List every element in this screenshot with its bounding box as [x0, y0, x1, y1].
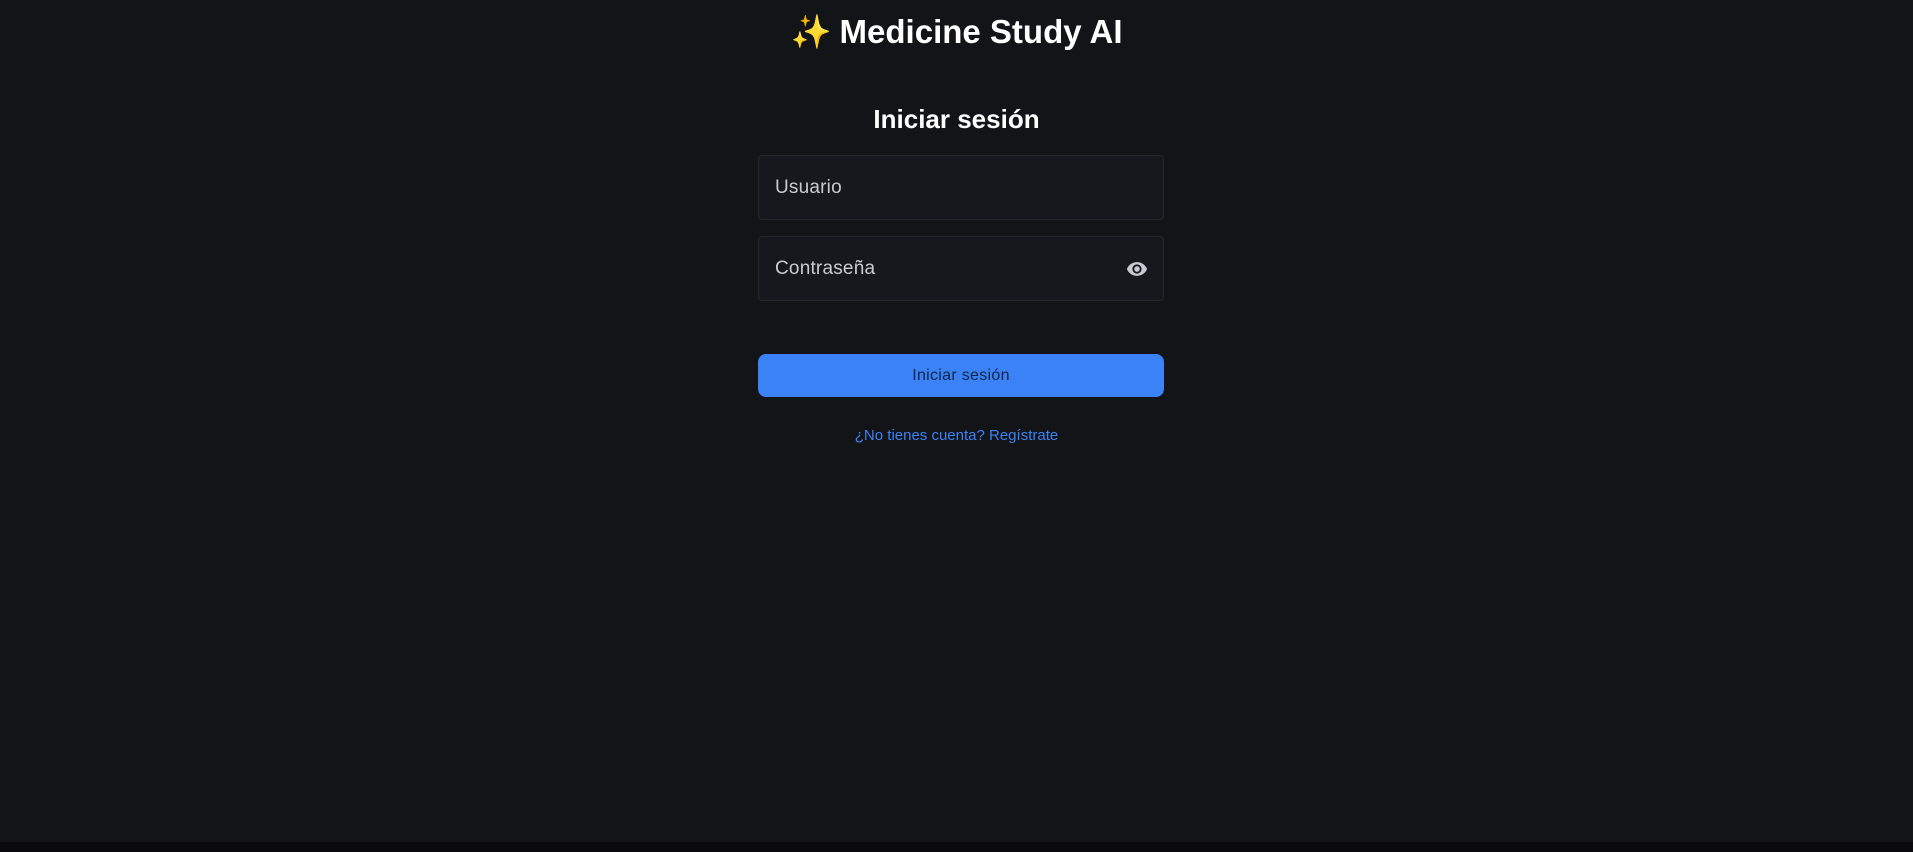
login-button[interactable]: Iniciar sesión — [758, 354, 1164, 397]
app-title: ✨ Medicine Study AI — [0, 10, 1913, 54]
login-heading: Iniciar sesión — [873, 104, 1040, 134]
register-link[interactable]: ¿No tienes cuenta? Regístrate — [855, 427, 1058, 444]
bottom-bar — [0, 842, 1913, 852]
register-link-container: ¿No tienes cuenta? Regístrate — [0, 426, 1913, 446]
password-input[interactable] — [759, 237, 1163, 300]
password-field-wrapper — [758, 236, 1164, 301]
username-field-wrapper — [758, 155, 1164, 220]
app-title-text: Medicine Study AI — [839, 13, 1123, 50]
login-page: ✨Medicine Study AI Iniciar sesión Inicia… — [0, 0, 1913, 852]
sparkles-icon: ✨ — [790, 12, 832, 51]
username-input[interactable] — [759, 156, 1163, 219]
eye-icon[interactable] — [1121, 254, 1153, 284]
